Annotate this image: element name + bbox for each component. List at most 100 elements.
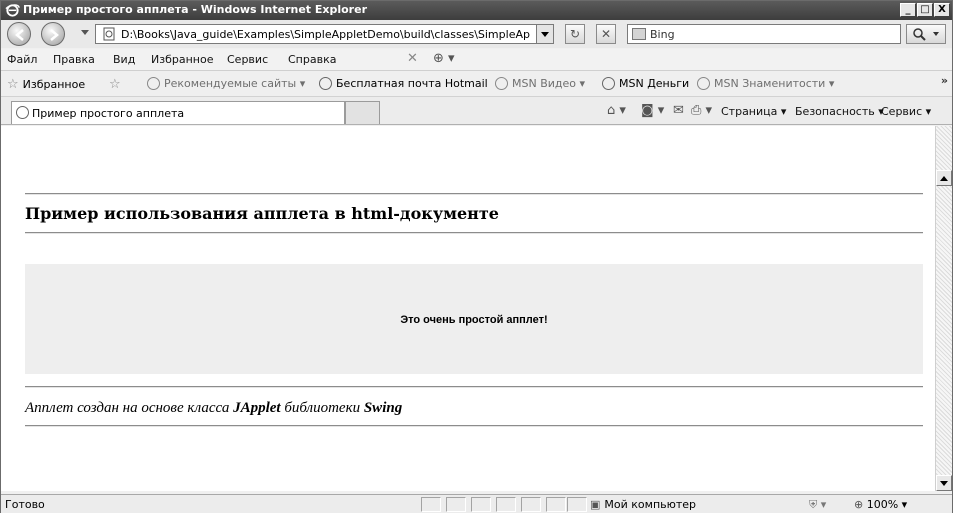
ie-page-icon	[147, 77, 160, 90]
computer-icon: ▣	[590, 498, 601, 511]
zoom-icon: ⊕	[854, 498, 864, 511]
ie-logo-icon	[5, 4, 20, 17]
heading-rule	[25, 232, 923, 234]
print-icon[interactable]: ⎙ ▾	[691, 103, 712, 118]
fav-label: Бесплатная почта Hotmail	[336, 77, 488, 90]
fav-suggested-sites[interactable]: Рекомендуемые сайты ▾	[147, 77, 305, 90]
minimize-button[interactable]: _	[900, 3, 916, 17]
chevron-down-icon: ▾	[901, 498, 908, 511]
star-icon: ☆	[7, 77, 19, 92]
window-title: Пример простого апплета - Windows Intern…	[23, 3, 367, 16]
maximize-button[interactable]: □	[917, 3, 933, 17]
status-cell	[567, 497, 587, 512]
status-cell	[421, 497, 441, 512]
status-cell	[446, 497, 466, 512]
address-row: D:\Books\Java_guide\Examples\SimpleApple…	[1, 20, 952, 48]
applet-message: Это очень простой апплет!	[400, 314, 548, 326]
fav-hotmail[interactable]: Бесплатная почта Hotmail	[319, 77, 488, 90]
refresh-icon: ↻	[569, 27, 581, 41]
menu-view[interactable]: Вид	[113, 53, 135, 66]
note-lib: Swing	[363, 400, 403, 416]
menu-bar: Файл Правка Вид Избранное Сервис Справка…	[1, 49, 952, 71]
close-menu-icon[interactable]: ✕	[407, 51, 418, 66]
stop-icon: ✕	[600, 27, 612, 41]
status-text: Готово	[5, 498, 45, 511]
menu-help[interactable]: Справка	[288, 53, 336, 66]
applet-area[interactable]: Это очень простой апплет!	[25, 264, 923, 374]
scroll-up-button[interactable]	[936, 170, 952, 186]
page-menu[interactable]: Страница ▾	[721, 105, 786, 118]
back-arrow-icon	[15, 29, 24, 41]
favorites-button[interactable]: ☆ Избранное	[7, 77, 85, 92]
zone-label: Мой компьютер	[604, 498, 697, 511]
mail-icon[interactable]: ✉	[673, 103, 684, 118]
status-cell	[521, 497, 541, 512]
ie-page-icon	[697, 77, 710, 90]
address-field[interactable]: D:\Books\Java_guide\Examples\SimpleApple…	[95, 24, 554, 44]
address-dropdown-button[interactable]	[536, 24, 554, 44]
ie-page-icon	[319, 77, 332, 90]
tab-bar: Пример простого апплета ⌂ ▾ ◙ ▾ ✉ ⎙ ▾ Ст…	[1, 97, 952, 125]
applet-note: Апплет создан на основе класса JApplet б…	[25, 400, 402, 417]
note-prefix: Апплет создан на основе класса	[25, 400, 234, 416]
fav-msn-video[interactable]: MSN Видео ▾	[495, 77, 585, 90]
search-button[interactable]	[906, 24, 946, 44]
more-chevron-icon[interactable]: »	[941, 74, 948, 87]
ie-tab-icon	[16, 106, 29, 119]
search-input[interactable]: Bing	[627, 24, 901, 44]
vertical-scrollbar[interactable]	[935, 126, 952, 491]
security-zone[interactable]: ▣ Мой компьютер	[590, 498, 696, 511]
zoom-control[interactable]: ⊕ 100% ▾	[854, 498, 907, 511]
forward-arrow-icon	[50, 29, 59, 41]
bottom-rule	[25, 425, 923, 427]
add-favorite-icon: ☆	[109, 77, 121, 92]
menu-file[interactable]: Файл	[7, 53, 37, 66]
title-bar: Пример простого апплета - Windows Intern…	[1, 1, 952, 20]
feeds-icon[interactable]: ◙ ▾	[641, 103, 664, 118]
refresh-button[interactable]: ↻	[565, 24, 585, 44]
menu-favorites[interactable]: Избранное	[151, 53, 213, 66]
safety-menu[interactable]: Безопасность ▾	[795, 105, 884, 118]
note-middle: библиотеки	[280, 400, 364, 416]
tab-label: Пример простого апплета	[32, 107, 185, 120]
ie-page-icon	[495, 77, 508, 90]
scroll-down-button[interactable]	[936, 475, 952, 491]
page-icon	[103, 27, 115, 41]
status-cell	[546, 497, 566, 512]
bing-icon	[632, 28, 646, 40]
new-tab-button[interactable]	[345, 101, 380, 124]
translate-icon[interactable]: ⊕ ▾	[433, 51, 455, 66]
stop-button[interactable]: ✕	[596, 24, 616, 44]
favorites-bar: ☆ Избранное ☆ Рекомендуемые сайты ▾ Бесп…	[1, 71, 952, 97]
add-favorites-button[interactable]: ☆	[109, 77, 121, 92]
ie-page-icon	[602, 77, 615, 90]
fav-msn-celebrities[interactable]: MSN Знаменитости ▾	[697, 77, 834, 90]
fav-label: Рекомендуемые сайты ▾	[164, 77, 306, 90]
status-cell	[471, 497, 491, 512]
menu-tools[interactable]: Сервис	[227, 53, 268, 66]
address-url[interactable]: D:\Books\Java_guide\Examples\SimpleApple…	[121, 28, 531, 41]
fav-label: MSN Деньги	[619, 77, 690, 90]
search-placeholder: Bing	[650, 28, 675, 41]
menu-edit[interactable]: Правка	[53, 53, 95, 66]
forward-button[interactable]	[41, 22, 65, 46]
page-heading: Пример использования апплета в html-доку…	[25, 204, 499, 223]
magnifier-icon	[913, 28, 939, 41]
tools-menu[interactable]: Сервис ▾	[881, 105, 931, 118]
zoom-level: 100%	[866, 498, 899, 511]
shield-icon: ⛨ ▾	[809, 498, 827, 511]
status-cell	[496, 497, 516, 512]
protected-mode[interactable]: ⛨ ▾	[809, 498, 826, 512]
favorites-label: Избранное	[22, 78, 86, 91]
fav-msn-money[interactable]: MSN Деньги	[602, 77, 689, 90]
home-icon[interactable]: ⌂ ▾	[607, 103, 626, 118]
top-rule	[25, 193, 923, 195]
fav-label: MSN Знаменитости ▾	[714, 77, 835, 90]
close-button[interactable]: X	[934, 3, 950, 17]
status-bar: Готово ▣ Мой компьютер ⛨ ▾ ⊕ 100% ▾	[1, 494, 952, 513]
history-dropdown-icon[interactable]	[81, 30, 89, 35]
note-class: JApplet	[233, 400, 281, 416]
back-button[interactable]	[7, 22, 31, 46]
fav-label: MSN Видео ▾	[512, 77, 586, 90]
tab-current[interactable]: Пример простого апплета	[11, 101, 345, 124]
